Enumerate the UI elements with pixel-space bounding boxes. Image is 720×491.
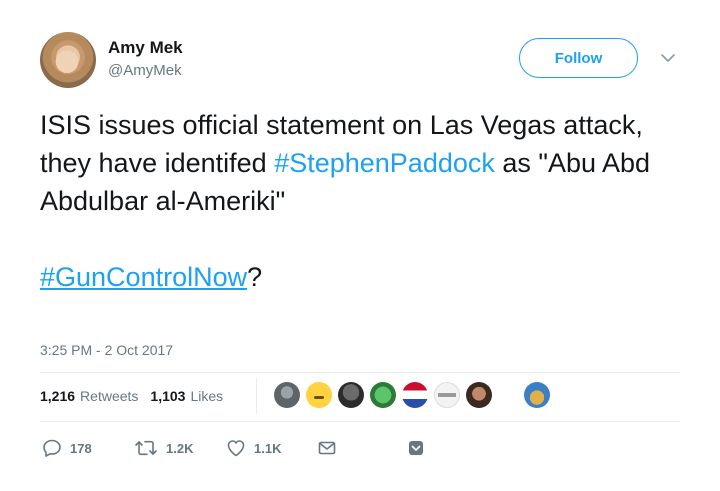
tweet-text: ISIS issues official statement on Las Ve… bbox=[40, 106, 680, 296]
chevron-down-icon[interactable] bbox=[658, 50, 678, 66]
retweet-count: 1.2K bbox=[166, 440, 194, 456]
action-bar: 178 1.2K 1.1K bbox=[40, 438, 680, 464]
avatar[interactable] bbox=[434, 382, 460, 408]
tweet-paragraph: #GunControlNow? bbox=[40, 258, 680, 296]
tweet-timestamp[interactable]: 3:25 PM - 2 Oct 2017 bbox=[40, 342, 173, 358]
liker-avatars bbox=[274, 382, 556, 408]
avatar[interactable] bbox=[306, 382, 332, 408]
retweet-button[interactable]: 1.2K bbox=[134, 438, 193, 458]
divider bbox=[256, 378, 257, 414]
author-handle[interactable]: @AmyMek bbox=[108, 62, 182, 79]
heart-icon bbox=[226, 438, 246, 458]
divider bbox=[40, 421, 680, 422]
avatar[interactable] bbox=[402, 382, 428, 408]
tweet-paragraph: ISIS issues official statement on Las Ve… bbox=[40, 106, 680, 220]
reply-count: 178 bbox=[70, 440, 92, 456]
retweets-label: Retweets bbox=[80, 388, 139, 404]
likes-count: 1,103 bbox=[150, 388, 186, 404]
retweets-stat[interactable]: 1,216 Retweets bbox=[40, 388, 138, 404]
follow-button[interactable]: Follow bbox=[519, 38, 638, 78]
likes-stat[interactable]: 1,103 Likes bbox=[150, 388, 223, 404]
avatar[interactable] bbox=[466, 382, 492, 408]
reply-icon bbox=[42, 438, 62, 458]
engagement-stats: 1,216 Retweets 1,103 Likes bbox=[40, 388, 235, 404]
avatar[interactable] bbox=[274, 382, 300, 408]
retweets-count: 1,216 bbox=[40, 388, 76, 404]
envelope-icon bbox=[317, 438, 337, 458]
hashtag-link[interactable]: #GunControlNow bbox=[40, 262, 247, 292]
reply-button[interactable]: 178 bbox=[42, 438, 92, 458]
avatar[interactable] bbox=[370, 382, 396, 408]
tweet-body-text: ? bbox=[247, 262, 263, 292]
like-button[interactable]: 1.1K bbox=[226, 438, 281, 458]
more-options-button[interactable] bbox=[406, 438, 426, 458]
like-count: 1.1K bbox=[254, 440, 282, 456]
likes-label: Likes bbox=[190, 388, 224, 404]
author-name[interactable]: Amy Mek bbox=[108, 38, 183, 58]
avatar[interactable] bbox=[524, 382, 550, 408]
direct-message-button[interactable] bbox=[317, 438, 337, 458]
retweet-icon bbox=[134, 438, 158, 458]
divider bbox=[40, 372, 680, 373]
avatar[interactable] bbox=[40, 32, 96, 88]
tweet-card: Amy Mek @AmyMek Follow ISIS issues offic… bbox=[0, 0, 720, 491]
avatar[interactable] bbox=[338, 382, 364, 408]
hashtag-link[interactable]: #StephenPaddock bbox=[274, 148, 495, 178]
chevron-down-icon bbox=[406, 438, 426, 458]
